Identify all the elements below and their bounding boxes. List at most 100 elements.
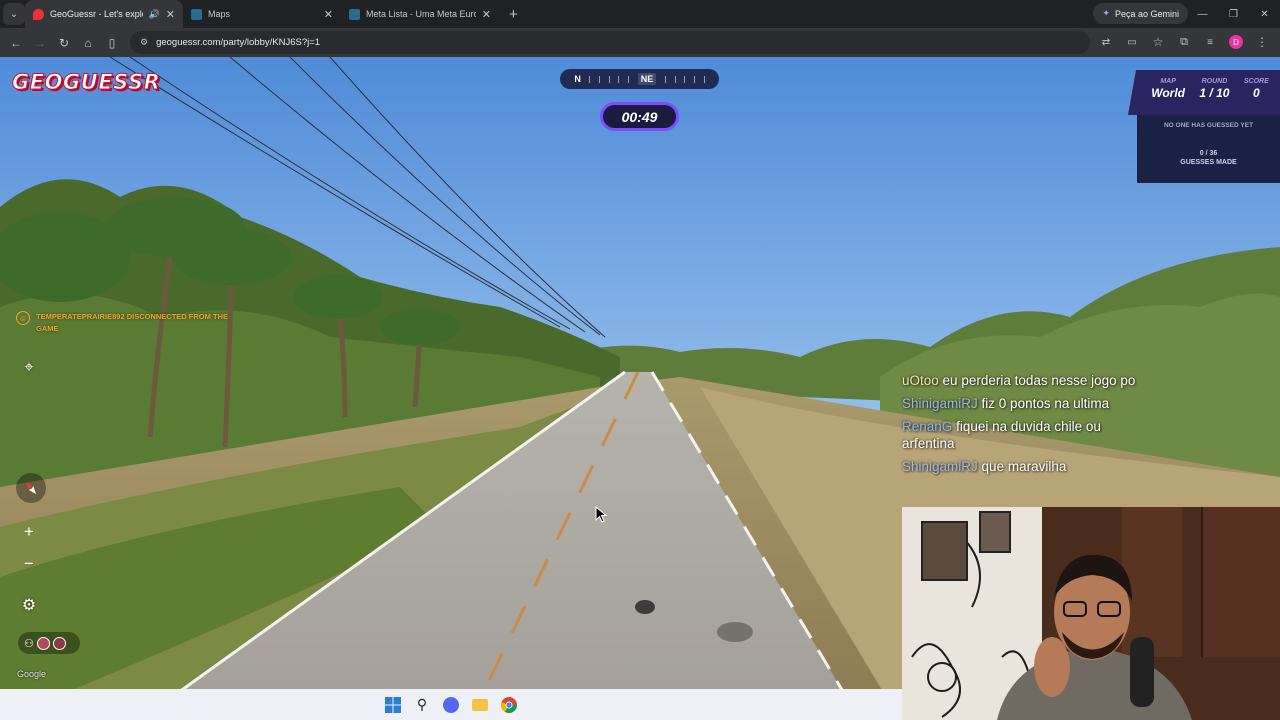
compass-needle-icon[interactable] xyxy=(16,473,46,503)
home-icon[interactable]: ⌂ xyxy=(76,31,100,55)
tab-title: GeoGuessr - Let's explore the world! xyxy=(50,9,143,19)
no-guess-text: NO ONE HAS GUESSED YET xyxy=(1163,122,1254,129)
menu-kebab-icon[interactable]: ⋮ xyxy=(1250,30,1274,54)
compass-tick xyxy=(628,75,630,83)
disconnect-notification: ☺ TEMPERATEPRAIRIE892 DISCONNECTED FROM … xyxy=(16,311,231,335)
player-avatar xyxy=(36,636,50,650)
mouse-cursor-icon xyxy=(595,506,607,523)
tab-title: Meta Lista - Uma Meta Europa xyxy=(366,9,476,19)
folder-shape xyxy=(472,698,488,711)
gemini-sparkle-icon: ✦ xyxy=(1102,8,1110,18)
chat-text: que maravilha xyxy=(981,459,1067,474)
webcam-overlay xyxy=(902,507,1280,720)
compass-tick xyxy=(674,75,676,83)
webcam-image xyxy=(902,507,1280,720)
chat-username: ShinigamiRJ xyxy=(902,459,978,474)
geoguessr-favicon-icon xyxy=(33,8,44,20)
tab-search-button[interactable]: ⌄ xyxy=(3,3,25,25)
chat-message: ShinigamiRJ que maravilha xyxy=(902,458,1157,475)
round-value: 1 / 10 xyxy=(1199,86,1230,100)
compass-tick xyxy=(703,75,705,83)
zoom-in-button[interactable]: + xyxy=(18,521,40,543)
forward-icon[interactable]: → xyxy=(28,31,52,55)
reload-icon[interactable]: ↻ xyxy=(52,31,76,55)
compass-north-label: N xyxy=(574,74,581,84)
close-window-icon[interactable]: ✕ xyxy=(1249,0,1280,28)
player-icon: ☺ xyxy=(16,311,30,325)
compass-needle-graphic xyxy=(25,481,37,495)
guesses-made: 0 / 36 GUESSES MADE xyxy=(1180,149,1236,167)
profile-avatar[interactable]: D xyxy=(1229,35,1243,49)
round-timer: 00:49 xyxy=(600,102,679,131)
extensions-icon[interactable]: ⧉ xyxy=(1172,30,1196,54)
browser-toolbar: ← → ↻ ⌂ ▯ ⚙ geoguessr.com/party/lobby/KN… xyxy=(0,28,1280,57)
guesses-box: NO ONE HAS GUESSED YET 0 / 36 GUESSES MA… xyxy=(1137,115,1280,183)
gemini-label: Peça ao Gemini xyxy=(1114,8,1179,19)
chat-message: ShinigamiRJ fiz 0 pontos na ultima xyxy=(902,395,1157,412)
players-indicator[interactable]: ⚇ xyxy=(18,632,80,654)
compass-strip: N NE xyxy=(560,69,719,89)
chat-text: fiz 0 pontos na ultima xyxy=(981,396,1110,411)
compass-tick xyxy=(618,75,620,83)
round-stat: ROUND 1 / 10 xyxy=(1199,78,1229,115)
chat-message: RenanG fiquei na duvida chile ou arfenti… xyxy=(902,418,1157,452)
tab-geoguessr[interactable]: GeoGuessr - Let's explore the world! 🔊 ✕ xyxy=(25,0,183,28)
stream-chat: uOtoo eu perderia todas nesse jogo po Sh… xyxy=(902,372,1157,481)
notification-text: TEMPERATEPRAIRIE892 DISCONNECTED FROM TH… xyxy=(36,312,228,333)
tab-maps[interactable]: Maps ✕ xyxy=(183,0,341,28)
search-icon[interactable]: ⚲ xyxy=(412,695,432,715)
window-controls: — ❐ ✕ xyxy=(1187,0,1280,28)
map-stat: MAP World xyxy=(1151,78,1185,115)
side-panel-icon[interactable]: ▯ xyxy=(100,31,124,55)
close-tab-icon[interactable]: ✕ xyxy=(324,8,333,21)
cast-icon[interactable]: ▭ xyxy=(1120,30,1144,54)
chat-username: RenanG xyxy=(902,419,953,434)
player-avatar xyxy=(52,636,66,650)
geoguessr-logo[interactable]: GEOGUESSR xyxy=(11,70,160,95)
score-value: 0 xyxy=(1252,86,1260,100)
chrome-logo-graphic xyxy=(501,696,517,713)
back-icon[interactable]: ← xyxy=(4,31,28,55)
media-controls-icon[interactable]: ≡ xyxy=(1198,30,1222,54)
chrome-icon[interactable] xyxy=(499,695,519,715)
restore-icon[interactable]: ❐ xyxy=(1218,0,1249,28)
new-tab-button[interactable]: + xyxy=(509,6,518,23)
compass-tick xyxy=(599,75,601,83)
compass-tick xyxy=(684,75,686,83)
map-label: MAP xyxy=(1160,78,1176,85)
compass-tick xyxy=(693,75,695,83)
translate-icon[interactable]: ⇄ xyxy=(1094,30,1118,54)
maps-favicon-icon xyxy=(191,8,202,20)
minimize-icon[interactable]: — xyxy=(1187,0,1218,28)
gemini-button[interactable]: ✦ Peça ao Gemini xyxy=(1093,3,1188,24)
speaker-icon[interactable]: 🔊 xyxy=(149,9,160,20)
guesses-label: GUESSES MADE xyxy=(1180,159,1237,166)
chat-message: uOtoo eu perderia todas nesse jogo po xyxy=(902,372,1157,389)
bookmark-star-icon[interactable]: ☆ xyxy=(1146,30,1170,54)
game-status-panel: MAP World ROUND 1 / 10 SCORE 0 NO ONE HA… xyxy=(1128,70,1280,183)
compass-current-direction: NE xyxy=(637,73,657,85)
site-info-icon[interactable]: ⚙ xyxy=(140,37,148,48)
windows-taskbar: ⚲ xyxy=(0,689,902,720)
zoom-out-button[interactable]: − xyxy=(18,553,40,575)
compass-tick xyxy=(664,75,666,83)
address-bar[interactable]: ⚙ geoguessr.com/party/lobby/KNJ6S?j=1 xyxy=(130,31,1090,54)
meta-favicon-icon xyxy=(349,8,360,20)
windows-logo-graphic xyxy=(385,696,401,713)
file-explorer-icon[interactable] xyxy=(470,695,490,715)
score-stat: SCORE 0 xyxy=(1244,78,1269,115)
url-text: geoguessr.com/party/lobby/KNJ6S?j=1 xyxy=(156,37,321,48)
round-label: ROUND xyxy=(1201,78,1228,85)
close-tab-icon[interactable]: ✕ xyxy=(482,8,491,21)
settings-gear-icon[interactable]: ⚙ xyxy=(15,591,43,619)
discord-badge xyxy=(443,696,459,713)
players-icon: ⚇ xyxy=(24,637,34,650)
chat-username: uOtoo xyxy=(902,373,939,388)
browser-tabbar: ⌄ GeoGuessr - Let's explore the world! 🔊… xyxy=(0,0,1280,28)
close-tab-icon[interactable]: ✕ xyxy=(166,8,175,21)
windows-start-icon[interactable] xyxy=(383,695,403,715)
discord-icon[interactable] xyxy=(441,695,461,715)
tab-meta-lista[interactable]: Meta Lista - Uma Meta Europa ✕ xyxy=(341,0,499,28)
status-header: MAP World ROUND 1 / 10 SCORE 0 xyxy=(1128,70,1280,115)
report-location-icon[interactable]: ⌖ xyxy=(15,354,43,382)
